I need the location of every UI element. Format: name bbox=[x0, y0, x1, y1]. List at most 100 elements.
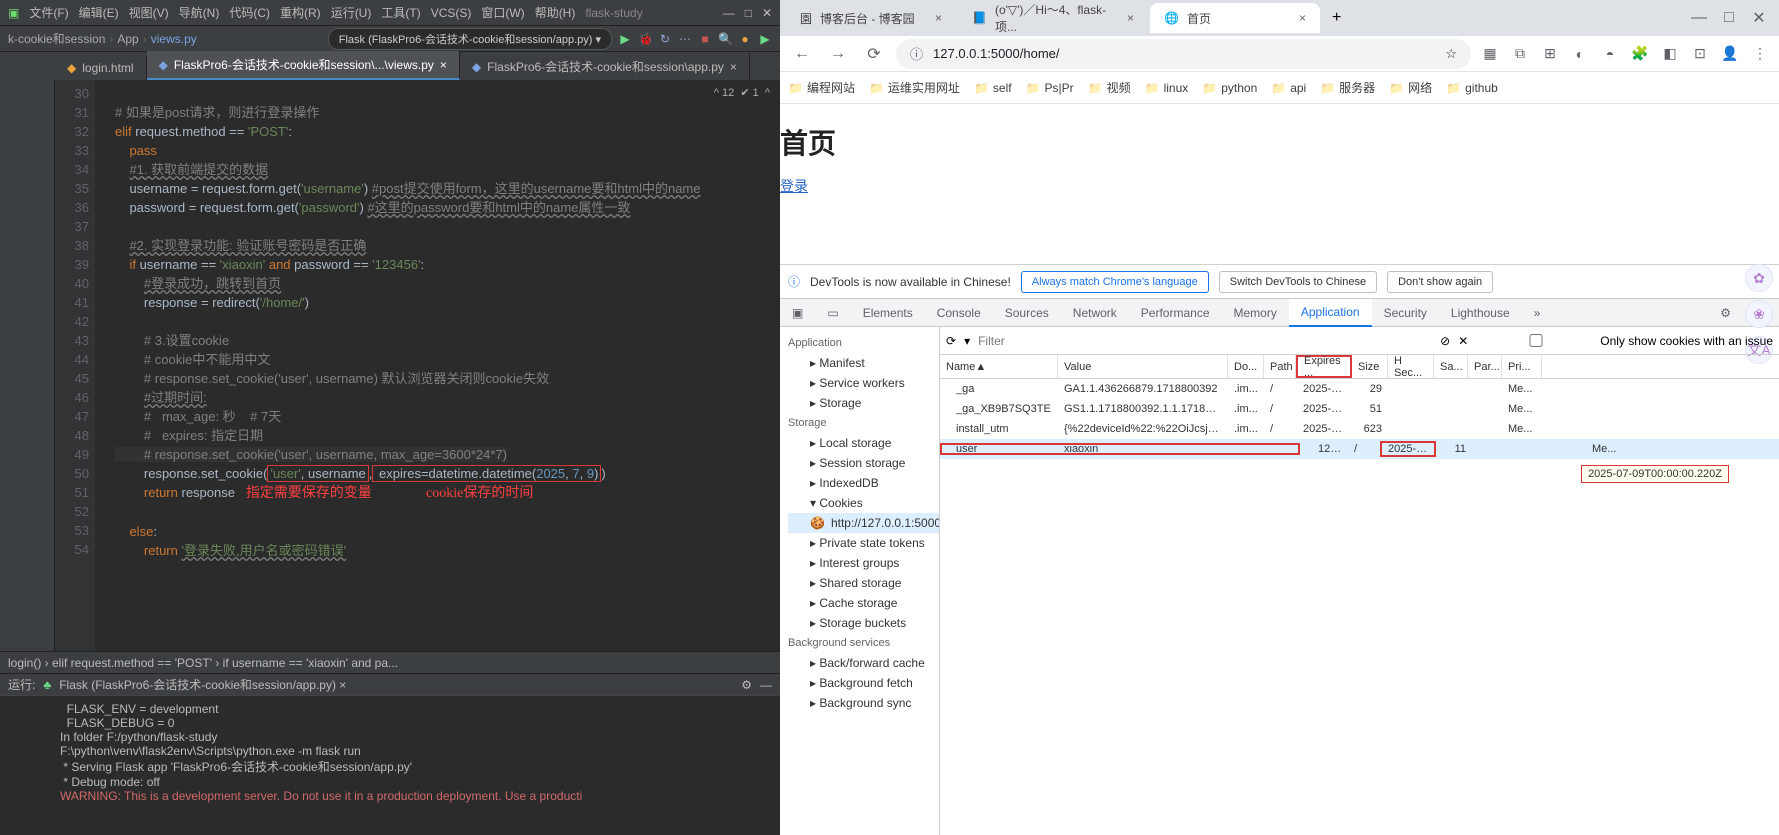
col-path[interactable]: Path bbox=[1264, 355, 1296, 378]
close-icon[interactable]: ✕ bbox=[1458, 334, 1468, 348]
cookie-origin[interactable]: 🍪 http://127.0.0.1:5000 bbox=[788, 513, 939, 533]
more-icon[interactable]: ⋯ bbox=[678, 32, 692, 46]
col-domain[interactable]: Do... bbox=[1228, 355, 1264, 378]
breadcrumb-seg[interactable]: views.py bbox=[151, 32, 197, 46]
tab-views-py[interactable]: ◆FlaskPro6-会话技术-cookie和session\...\views… bbox=[147, 51, 460, 80]
ext-icon[interactable]: ◐ bbox=[1569, 43, 1591, 65]
code-editor[interactable]: 3031323334353637383940414243444546474849… bbox=[55, 80, 780, 651]
run-config-dropdown[interactable]: Flask (FlaskPro6-会话技术-cookie和session/app… bbox=[328, 28, 612, 50]
window-minimize-icon[interactable]: — bbox=[1685, 4, 1713, 32]
back-button[interactable]: ← bbox=[788, 40, 816, 68]
extensions-icon[interactable]: 🧩 bbox=[1629, 43, 1651, 65]
table-row[interactable]: userxiaoxin 127.../ 2025-0...11 Me... bbox=[940, 439, 1779, 459]
dt-tab-elements[interactable]: Elements bbox=[851, 299, 925, 327]
gear-icon[interactable]: ⚙ bbox=[741, 678, 752, 692]
settings-icon[interactable]: ⚙ bbox=[1708, 299, 1743, 327]
sidebar-item[interactable]: ▾ Cookies bbox=[788, 493, 939, 513]
menu-edit[interactable]: 编辑(E) bbox=[79, 4, 119, 21]
reload-button[interactable]: ⟳ bbox=[860, 40, 888, 68]
run-target[interactable]: Flask (FlaskPro6-会话技术-cookie和session/app… bbox=[59, 676, 346, 693]
bookmark-item[interactable]: python bbox=[1202, 81, 1257, 95]
menu-file[interactable]: 文件(F) bbox=[29, 4, 68, 21]
terminal-output[interactable]: FLASK_ENV = development FLASK_DEBUG = 0 … bbox=[0, 695, 780, 835]
window-maximize-icon[interactable]: □ bbox=[1715, 4, 1743, 32]
floater-icon[interactable]: ✿ bbox=[1745, 264, 1773, 292]
menu-icon[interactable]: ⋮ bbox=[1749, 43, 1771, 65]
sidebar-item[interactable]: ▸ Interest groups bbox=[788, 553, 939, 573]
search-icon[interactable]: 🔍 bbox=[718, 32, 732, 46]
maximize-icon[interactable]: □ bbox=[745, 6, 752, 20]
more-tabs-icon[interactable]: » bbox=[1522, 299, 1553, 327]
bookmark-item[interactable]: api bbox=[1271, 81, 1306, 95]
sidebar-item[interactable]: ▸ Service workers bbox=[788, 373, 939, 393]
menu-tools[interactable]: 工具(T) bbox=[381, 4, 420, 21]
ext-icon[interactable]: ⧉ bbox=[1509, 43, 1531, 65]
window-close-icon[interactable]: ✕ bbox=[1745, 4, 1773, 32]
forward-button[interactable]: → bbox=[824, 40, 852, 68]
close-tab-icon[interactable]: × bbox=[730, 60, 737, 74]
menu-code[interactable]: 代码(C) bbox=[229, 4, 270, 21]
rerun-icon[interactable]: ↻ bbox=[658, 32, 672, 46]
sidebar-item[interactable]: ▸ Background fetch bbox=[788, 673, 939, 693]
stop-icon[interactable]: ■ bbox=[698, 32, 712, 46]
login-link[interactable]: 登录 bbox=[780, 178, 808, 194]
floater-icon[interactable]: ❀ bbox=[1745, 300, 1773, 328]
browser-tab[interactable]: 園博客后台 - 博客园× bbox=[786, 3, 956, 33]
col-partition[interactable]: Par... bbox=[1468, 355, 1502, 378]
col-name[interactable]: Name ▲ bbox=[940, 355, 1058, 378]
close-tab-icon[interactable]: × bbox=[1127, 11, 1134, 25]
sidebar-item[interactable]: ▸ Local storage bbox=[788, 433, 939, 453]
close-tab-icon[interactable]: × bbox=[935, 11, 942, 25]
dt-tab-application[interactable]: Application bbox=[1289, 299, 1372, 327]
breadcrumb-seg[interactable]: k-cookie和session bbox=[8, 30, 105, 47]
ext-icon[interactable]: ⊞ bbox=[1539, 43, 1561, 65]
col-expires[interactable]: Expires ... bbox=[1296, 355, 1352, 378]
menu-view[interactable]: 视图(V) bbox=[129, 4, 169, 21]
bookmark-item[interactable]: Ps|Pr bbox=[1026, 81, 1074, 95]
clear-icon[interactable]: ⊘ bbox=[1440, 334, 1450, 348]
close-tab-icon[interactable]: × bbox=[440, 58, 447, 72]
table-row[interactable]: _ga GA1.1.436266879.1718800392 .im.../ 2… bbox=[940, 379, 1779, 399]
inspect-icon[interactable]: ▣ bbox=[780, 299, 815, 327]
dt-tab-sources[interactable]: Sources bbox=[993, 299, 1061, 327]
run-icon[interactable]: ▶ bbox=[618, 32, 632, 46]
close-tab-icon[interactable]: × bbox=[1299, 11, 1306, 25]
dt-tab-security[interactable]: Security bbox=[1372, 299, 1439, 327]
ext-icon[interactable]: ▦ bbox=[1479, 43, 1501, 65]
only-issue-checkbox[interactable] bbox=[1476, 334, 1596, 347]
menu-window[interactable]: 窗口(W) bbox=[481, 4, 524, 21]
new-tab-button[interactable]: + bbox=[1322, 9, 1351, 27]
ext-icon[interactable]: ⊡ bbox=[1689, 43, 1711, 65]
menu-run[interactable]: 运行(U) bbox=[331, 4, 372, 21]
avatar-icon[interactable]: ● bbox=[738, 32, 752, 46]
bookmark-item[interactable]: 运维实用网址 bbox=[869, 79, 960, 96]
sidebar-item[interactable]: ▸ Storage buckets bbox=[788, 613, 939, 633]
col-httponly[interactable]: H Sec... bbox=[1388, 355, 1434, 378]
sidebar-item[interactable]: ▸ Storage bbox=[788, 393, 939, 413]
menu-refactor[interactable]: 重构(R) bbox=[280, 4, 321, 21]
reload-icon[interactable]: ⟳ bbox=[946, 334, 956, 348]
col-value[interactable]: Value bbox=[1058, 355, 1228, 378]
tab-app-py[interactable]: ◆FlaskPro6-会话技术-cookie和session\app.py× bbox=[460, 53, 750, 80]
url-input[interactable]: ⓘ127.0.0.1:5000/home/☆ bbox=[896, 39, 1471, 69]
menu-vcs[interactable]: VCS(S) bbox=[431, 6, 472, 20]
banner-btn-dismiss[interactable]: Don't show again bbox=[1387, 271, 1493, 293]
sidebar-item[interactable]: ▸ Back/forward cache bbox=[788, 653, 939, 673]
play-icon[interactable]: ▶ bbox=[758, 32, 772, 46]
banner-btn-switch[interactable]: Switch DevTools to Chinese bbox=[1219, 271, 1377, 293]
col-samesite[interactable]: Sa... bbox=[1434, 355, 1468, 378]
sidebar-item[interactable]: ▸ Shared storage bbox=[788, 573, 939, 593]
debug-icon[interactable]: 🐞 bbox=[638, 32, 652, 46]
table-row[interactable]: install_utm {%22deviceId%22:%22OiJcsjV..… bbox=[940, 419, 1779, 439]
inspection-hints[interactable]: ^ 12 ✔ 1 ^ bbox=[714, 84, 770, 103]
star-icon[interactable]: ☆ bbox=[1445, 46, 1457, 62]
sidebar-item[interactable]: ▸ Private state tokens bbox=[788, 533, 939, 553]
bookmark-item[interactable]: 服务器 bbox=[1320, 79, 1375, 96]
breadcrumb-seg[interactable]: App bbox=[117, 32, 138, 46]
ext-icon[interactable]: ◧ bbox=[1659, 43, 1681, 65]
banner-btn-match[interactable]: Always match Chrome's language bbox=[1021, 271, 1209, 293]
col-size[interactable]: Size bbox=[1352, 355, 1388, 378]
browser-tab-active[interactable]: 🌐首页× bbox=[1150, 3, 1320, 33]
table-row[interactable]: _ga_XB9B7SQ3TE GS1.1.1718800392.1.1.1718… bbox=[940, 399, 1779, 419]
close-icon[interactable]: ✕ bbox=[762, 6, 772, 20]
